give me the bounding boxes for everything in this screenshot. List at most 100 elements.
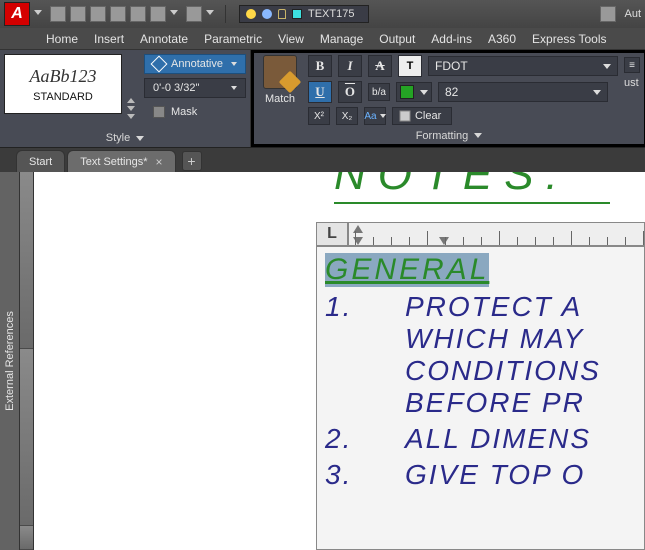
annotative-button[interactable]: Annotative: [144, 54, 246, 74]
list-item[interactable]: 2. ALL DIMENS: [325, 423, 644, 455]
tab-annotate[interactable]: Annotate: [140, 32, 188, 46]
strikethrough-button[interactable]: A: [368, 55, 392, 77]
plot-icon[interactable]: [130, 6, 146, 22]
match-properties-icon[interactable]: [263, 55, 297, 89]
section-heading[interactable]: GENERAL: [325, 253, 489, 287]
undo-icon[interactable]: [150, 6, 166, 22]
change-case-button[interactable]: Aa: [364, 107, 386, 125]
ribbon-tab-strip: Home Insert Annotate Parametric View Man…: [0, 28, 645, 50]
formatting-panel-title[interactable]: Formatting: [254, 127, 644, 144]
text-color-button[interactable]: [396, 82, 432, 102]
open-icon[interactable]: [70, 6, 86, 22]
clear-formatting-button[interactable]: Clear: [392, 107, 452, 125]
background-mask-button[interactable]: T: [398, 55, 422, 77]
app-logo[interactable]: A: [4, 2, 30, 26]
close-icon[interactable]: ×: [156, 155, 163, 169]
list-item[interactable]: 3. GIVE TOP O: [325, 459, 644, 491]
style-panel-title[interactable]: Style: [0, 129, 250, 147]
formatting-panel: Match B I A T FDOT U O b/a: [251, 50, 645, 147]
underline-button[interactable]: U: [308, 81, 332, 103]
layer-selector[interactable]: TEXT175: [239, 5, 369, 23]
annotative-label: Annotative: [171, 58, 223, 70]
palette-handle[interactable]: [20, 172, 33, 349]
layer-lock-icon: [278, 9, 286, 19]
chevron-down-icon: [380, 114, 386, 118]
app-name-partial: Aut: [624, 8, 641, 20]
redo-icon[interactable]: [186, 6, 202, 22]
qat-separator: [225, 5, 226, 23]
quick-access-toolbar: A TEXT175 Aut: [0, 0, 645, 28]
superscript-button[interactable]: X²: [308, 107, 330, 125]
ribbon: AaBb123 STANDARD Annotative 0'-0 3/32": [0, 50, 645, 148]
new-tab-button[interactable]: +: [182, 151, 202, 171]
tab-manage[interactable]: Manage: [320, 32, 363, 46]
clear-icon: [399, 110, 411, 122]
tab-home[interactable]: Home: [46, 32, 78, 46]
tab-addins[interactable]: Add-ins: [431, 32, 472, 46]
font-combo[interactable]: FDOT: [428, 56, 618, 76]
workspace-icon[interactable]: [600, 6, 616, 22]
text-height-value: 0'-0 3/32": [153, 82, 199, 94]
doc-tab-start[interactable]: Start: [16, 150, 65, 172]
stack-button[interactable]: b/a: [368, 83, 390, 101]
subscript-button[interactable]: X₂: [336, 107, 358, 125]
tab-express[interactable]: Express Tools: [532, 32, 606, 46]
clear-label: Clear: [415, 110, 441, 122]
list-item-cont: BEFORE PR: [405, 387, 644, 419]
doc-tab-text-settings[interactable]: Text Settings* ×: [67, 150, 175, 172]
list-item-cont: WHICH MAY: [405, 323, 644, 355]
chevron-down-icon: [420, 90, 428, 95]
chevron-down-icon: [231, 86, 237, 90]
ruler-scale[interactable]: [348, 222, 645, 246]
chevron-down-icon: [593, 90, 601, 95]
tab-a360[interactable]: A360: [488, 32, 516, 46]
size-combo[interactable]: 82: [438, 82, 608, 102]
document-tab-bar: Start Text Settings* × +: [0, 148, 645, 172]
saveas-icon[interactable]: [110, 6, 126, 22]
layer-color-swatch: [292, 9, 302, 19]
style-sample: AaBb123: [30, 66, 97, 87]
palette-handles: [20, 172, 34, 550]
layer-name: TEXT175: [308, 8, 354, 20]
overline-button[interactable]: O: [338, 81, 362, 103]
tab-marker[interactable]: [439, 237, 449, 245]
external-references-palette[interactable]: External References: [0, 172, 20, 550]
color-swatch: [400, 85, 414, 99]
save-icon[interactable]: [90, 6, 106, 22]
text-editor-ruler[interactable]: L: [316, 222, 645, 246]
tab-parametric[interactable]: Parametric: [204, 32, 262, 46]
style-panel: AaBb123 STANDARD Annotative 0'-0 3/32": [0, 50, 251, 147]
tab-output[interactable]: Output: [379, 32, 415, 46]
undo-dropdown[interactable]: [170, 10, 178, 18]
drawing-canvas[interactable]: NOTES: L GENERAL 1. PROTECT A WHICH MAY …: [34, 172, 645, 550]
bold-button[interactable]: B: [308, 55, 332, 77]
list-item[interactable]: 1. PROTECT A: [325, 291, 644, 323]
mtext-editor[interactable]: GENERAL 1. PROTECT A WHICH MAY CONDITION…: [316, 246, 645, 550]
workspace: External References NOTES: L GENERAL 1. …: [0, 172, 645, 550]
tab-view[interactable]: View: [278, 32, 304, 46]
tab-insert[interactable]: Insert: [94, 32, 124, 46]
mask-label: Mask: [171, 106, 197, 118]
mask-icon: [153, 106, 165, 118]
chevron-down-icon: [136, 136, 144, 141]
text-style-gallery[interactable]: AaBb123 STANDARD: [4, 54, 122, 114]
match-label: Match: [265, 93, 295, 105]
ruler-toggle-button[interactable]: ≡: [624, 57, 640, 73]
text-height-combo[interactable]: 0'-0 3/32": [144, 78, 246, 98]
list-item-cont: CONDITIONS: [405, 355, 644, 387]
font-value: FDOT: [435, 59, 468, 73]
app-menu-dropdown[interactable]: [34, 10, 42, 18]
layer-freeze-icon: [262, 9, 272, 19]
mask-button[interactable]: Mask: [144, 102, 246, 122]
size-value: 82: [445, 85, 458, 99]
tab-stop-button[interactable]: L: [316, 222, 348, 246]
chevron-down-icon: [231, 62, 237, 66]
notes-heading: NOTES:: [334, 172, 570, 200]
italic-button[interactable]: I: [338, 55, 362, 77]
style-gallery-expand[interactable]: [122, 54, 140, 125]
annotative-icon: [153, 58, 165, 70]
redo-dropdown[interactable]: [206, 10, 214, 18]
new-icon[interactable]: [50, 6, 66, 22]
palette-handle[interactable]: [20, 349, 33, 526]
palette-handle[interactable]: [20, 526, 33, 550]
